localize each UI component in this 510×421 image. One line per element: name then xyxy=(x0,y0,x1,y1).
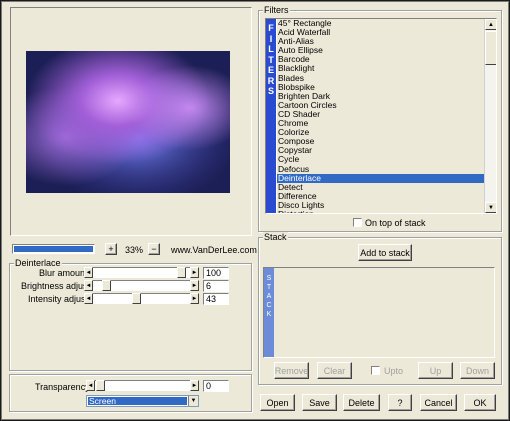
filter-list-item[interactable]: Copystar xyxy=(277,146,485,155)
cancel-button[interactable]: Cancel xyxy=(420,394,457,411)
banner-letter: A xyxy=(266,293,272,300)
slider-label: Brightness adjust xyxy=(21,281,91,291)
blend-mode-select[interactable]: Screen ▼ xyxy=(86,395,199,407)
preview-panel xyxy=(10,7,252,236)
on-top-label: On top of stack xyxy=(365,218,426,228)
arrow-left-icon[interactable]: ◄ xyxy=(84,280,93,291)
stack-title: Stack xyxy=(263,232,288,242)
upto-label: Upto xyxy=(384,366,404,376)
on-top-checkbox[interactable] xyxy=(353,218,362,227)
up-button[interactable]: Up xyxy=(418,362,453,379)
banner-letter: S xyxy=(266,275,272,282)
filters-banner: FILTERS xyxy=(266,19,276,213)
help-button[interactable]: ? xyxy=(388,394,412,411)
zoom-in-button[interactable]: + xyxy=(105,243,117,255)
progress-bar xyxy=(12,244,95,254)
filter-list-item[interactable]: Deinterlace xyxy=(277,173,485,183)
filter-scrollbar[interactable]: ▲ ▼ xyxy=(484,19,496,213)
banner-letter: E xyxy=(267,65,274,75)
delete-button[interactable]: Delete xyxy=(343,394,380,411)
blur-amount-slider[interactable]: ◄ ► xyxy=(84,267,199,278)
arrow-left-icon[interactable]: ◄ xyxy=(84,293,93,304)
arrow-right-icon[interactable]: ► xyxy=(190,280,199,291)
scroll-up-icon[interactable]: ▲ xyxy=(485,19,496,30)
chevron-down-icon[interactable]: ▼ xyxy=(188,396,198,406)
brightness-adjust-field[interactable]: 6 xyxy=(203,280,229,292)
arrow-right-icon[interactable]: ► xyxy=(190,293,199,304)
banner-letter: F xyxy=(268,23,274,33)
transparency-label: Transparency xyxy=(35,382,90,392)
arrow-right-icon[interactable]: ► xyxy=(190,267,199,278)
filter-items: 45° Rectangle Acid Waterfall Anti-Alias Aut… xyxy=(277,19,485,213)
filter-list-item[interactable]: Distortion xyxy=(277,209,485,213)
blur-amount-field[interactable]: 100 xyxy=(203,267,229,279)
brightness-adjust-slider[interactable]: ◄ ► xyxy=(84,280,199,291)
save-button[interactable]: Save xyxy=(302,394,337,411)
filter-list-item[interactable]: Blacklight xyxy=(277,64,485,73)
scroll-down-icon[interactable]: ▼ xyxy=(485,202,496,213)
add-to-stack-button[interactable]: Add to stack xyxy=(358,244,412,261)
down-button[interactable]: Down xyxy=(460,362,495,379)
zoom-level: 33% xyxy=(125,245,144,255)
intensity-adjust-field[interactable]: 43 xyxy=(203,293,229,305)
banner-letter: L xyxy=(268,44,274,54)
slider-thumb[interactable] xyxy=(177,267,186,278)
banner-letter: C xyxy=(266,302,272,309)
progress-fill xyxy=(14,246,93,252)
preview-image xyxy=(26,51,230,193)
slider-thumb[interactable] xyxy=(102,280,111,291)
slider-label: Blur amount xyxy=(39,268,88,278)
banner-letter: K xyxy=(266,311,272,318)
banner-letter: T xyxy=(268,54,274,65)
website-link[interactable]: www.VanDerLee.com xyxy=(171,245,257,255)
scroll-thumb[interactable] xyxy=(485,31,496,65)
blend-mode-value: Screen xyxy=(88,397,187,405)
transparency-field[interactable]: 0 xyxy=(203,380,229,392)
clear-button[interactable]: Clear xyxy=(317,362,352,379)
banner-letter: I xyxy=(269,33,273,44)
banner-letter: S xyxy=(267,86,274,96)
remove-button[interactable]: Remove xyxy=(274,362,309,379)
filters-title: Filters xyxy=(263,5,290,15)
filter-dialog: + 33% − www.VanDerLee.com Deinterlace Bl… xyxy=(1,1,509,420)
slider-label: Intensity adjust xyxy=(28,294,89,304)
slider-thumb[interactable] xyxy=(96,380,105,391)
intensity-adjust-slider[interactable]: ◄ ► xyxy=(84,293,199,304)
deinterlace-title: Deinterlace xyxy=(14,258,62,268)
open-button[interactable]: Open xyxy=(260,394,295,411)
banner-letter: R xyxy=(267,75,275,86)
slider-thumb[interactable] xyxy=(132,293,141,304)
ok-button[interactable]: OK xyxy=(464,394,496,411)
arrow-left-icon[interactable]: ◄ xyxy=(84,267,93,278)
upto-checkbox[interactable] xyxy=(371,366,380,375)
stack-banner: STACK xyxy=(264,268,274,357)
stack-list[interactable]: STACK xyxy=(263,267,495,358)
arrow-right-icon[interactable]: ► xyxy=(190,380,199,391)
banner-letter: T xyxy=(266,284,272,291)
filter-list[interactable]: FILTERS 45° Rectangle Acid Waterfall Anti-… xyxy=(265,18,497,214)
transparency-slider[interactable]: ◄ ► xyxy=(86,380,199,391)
zoom-out-button[interactable]: − xyxy=(148,243,160,255)
filter-list-item[interactable]: CD Shader xyxy=(277,109,485,119)
arrow-left-icon[interactable]: ◄ xyxy=(86,380,95,391)
